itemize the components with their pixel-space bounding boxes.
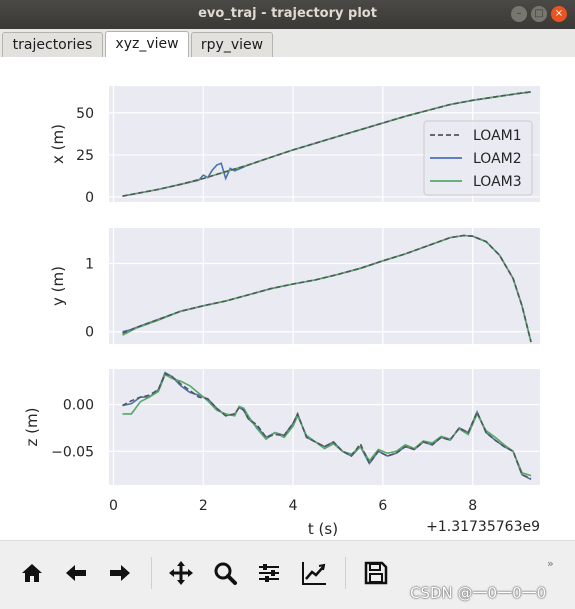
xyz-chart: 0 25 50 x (m) 0 1 y (m) 0.00 −0.05 z (m) 0 2 4 6 8 t (s… [23, 86, 540, 538]
save-icon[interactable] [362, 559, 390, 587]
toolbar-separator [345, 557, 346, 589]
plot-background [109, 369, 540, 485]
y-tick-label: 1 [85, 256, 94, 272]
tab-rpy-view[interactable]: rpy_view [191, 32, 273, 57]
x-tick-label: 2 [199, 498, 208, 514]
y-tick-label: 0 [85, 325, 94, 341]
back-icon[interactable] [62, 559, 90, 587]
x-axis-label: t (s) [308, 520, 338, 538]
x-tick-label: 4 [289, 498, 298, 514]
y-axis-label: y (m) [49, 266, 67, 306]
plot-background [109, 228, 540, 344]
pan-icon[interactable] [167, 559, 195, 587]
tab-xyz-view[interactable]: xyz_view [105, 31, 189, 58]
window-title: evo_traj - trajectory plot [198, 6, 377, 21]
plot-canvas[interactable]: 0 25 50 x (m) 0 1 y (m) 0.00 −0.05 z (m) 0 2 4 6 8 t (s… [0, 57, 575, 540]
zoom-icon[interactable] [211, 559, 239, 587]
x-tick-label: 0 [109, 498, 118, 514]
legend-label: LOAM2 [473, 151, 522, 167]
x-tick-label: 6 [378, 498, 387, 514]
x-offset-label: +1.31735763e9 [426, 519, 540, 535]
close-icon[interactable]: × [551, 6, 567, 22]
y-axis-label: z (m) [23, 408, 41, 447]
maximize-icon[interactable]: □ [531, 6, 547, 22]
x-tick-label: 8 [468, 498, 477, 514]
title-bar: evo_traj - trajectory plot – □ × [0, 0, 575, 29]
y-tick-label: 50 [76, 106, 94, 122]
home-icon[interactable] [18, 559, 46, 587]
edit-axis-icon[interactable] [300, 559, 328, 587]
tab-trajectories[interactable]: trajectories [2, 32, 103, 57]
watermark: CSDN @一0一0一0 [410, 584, 547, 602]
forward-icon[interactable] [106, 559, 134, 587]
legend-label: LOAM1 [473, 128, 522, 144]
toolbar-more-icon[interactable]: » [547, 557, 554, 570]
tab-bar: trajectories xyz_view rpy_view [0, 29, 575, 58]
toolbar-separator [151, 557, 152, 589]
minimize-icon[interactable]: – [511, 6, 527, 22]
y-tick-label: −0.05 [51, 444, 94, 460]
legend-label: LOAM3 [473, 174, 522, 190]
subplots-config-icon[interactable] [255, 559, 283, 587]
y-tick-label: 0 [85, 190, 94, 206]
y-axis-label: x (m) [49, 124, 67, 164]
y-tick-label: 25 [76, 148, 94, 164]
y-tick-label: 0.00 [63, 398, 94, 414]
